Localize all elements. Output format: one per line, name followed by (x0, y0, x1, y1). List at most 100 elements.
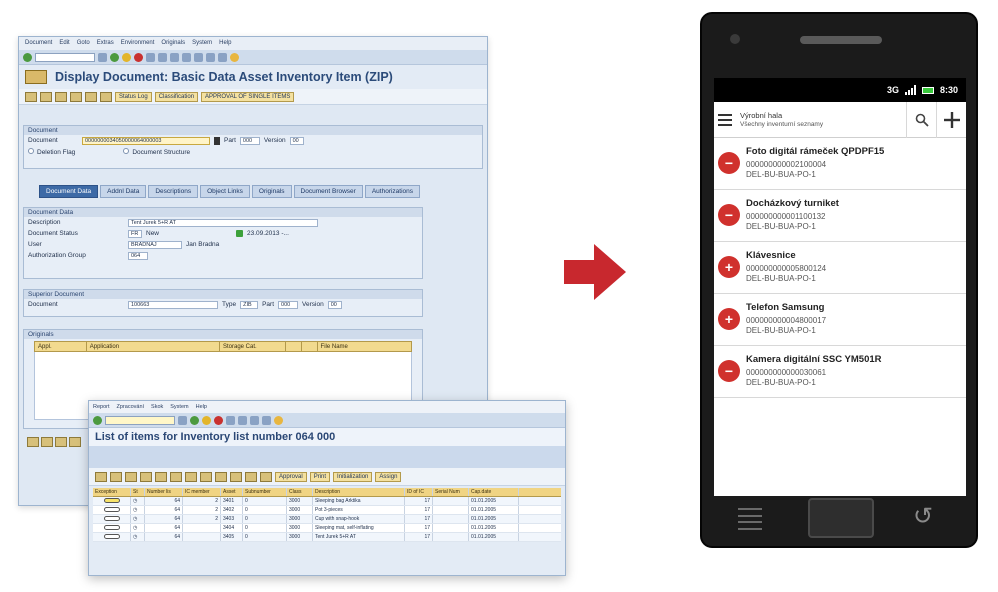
menu-zpracovani[interactable]: Zpracování (117, 404, 145, 410)
print-button[interactable]: Print (309, 471, 331, 482)
details-icon[interactable] (95, 471, 107, 482)
hierarchy-icon[interactable] (85, 91, 97, 102)
column-header[interactable]: Cap.date (469, 488, 519, 496)
tab-originals[interactable]: Originals (251, 185, 292, 198)
export-icon[interactable] (185, 471, 197, 482)
status-code-field[interactable]: FR (128, 229, 142, 238)
originals-open-icon[interactable] (41, 437, 53, 447)
tab-document-data[interactable]: Document Data (39, 185, 99, 198)
approval-button[interactable]: Approval (275, 471, 307, 482)
graphic-icon[interactable] (215, 471, 227, 482)
list-item[interactable]: − Kamera digitální SSC YM501R 0000000000… (714, 346, 966, 398)
table-row[interactable]: ◷ 64 2 3403 0 3000 Cup with snap-hook 17… (93, 515, 561, 524)
status-log-button[interactable]: Status Log (115, 91, 152, 102)
column-header[interactable] (302, 342, 318, 351)
superior-part-field[interactable]: 000 (278, 300, 299, 309)
column-header[interactable] (286, 342, 302, 351)
command-field[interactable] (35, 52, 95, 62)
menu-help[interactable]: Help (219, 40, 231, 47)
column-header[interactable]: Description (313, 488, 405, 496)
column-header[interactable]: Class (287, 488, 313, 496)
remove-icon[interactable]: − (718, 360, 740, 382)
menu-goto[interactable]: Goto (77, 40, 90, 47)
column-header[interactable]: Storage Cat. (220, 342, 286, 351)
add-item-icon[interactable]: + (718, 256, 740, 278)
command-field[interactable] (105, 415, 175, 425)
help-icon[interactable] (274, 415, 283, 425)
display-change-icon[interactable] (25, 91, 37, 102)
structure-icon[interactable] (100, 91, 112, 102)
column-header[interactable]: Serial Num (433, 488, 469, 496)
edit-icon[interactable] (55, 91, 67, 102)
menu-extras[interactable]: Extras (97, 40, 114, 47)
list-item[interactable]: − Foto digitál rámeček QPDPF15 000000000… (714, 138, 966, 190)
column-header[interactable]: File Name (318, 342, 411, 351)
create-icon[interactable] (40, 91, 52, 102)
table-row[interactable]: ◷ 64 3404 0 3000 Sleeping mat, self-infl… (93, 524, 561, 533)
print-icon[interactable] (146, 52, 155, 62)
originals-add-icon[interactable] (55, 437, 67, 447)
prev-page-icon[interactable] (194, 52, 203, 62)
sum-icon[interactable] (155, 471, 167, 482)
list-item[interactable]: − Docházkový turniket 000000000001100132… (714, 190, 966, 242)
version-field[interactable]: 00 (289, 136, 304, 145)
part-field[interactable]: 000 (239, 136, 260, 145)
list-item[interactable]: + Telefon Samsung 000000000004800017 DEL… (714, 294, 966, 346)
initialization-button[interactable]: Initialization (333, 471, 373, 482)
abc-icon[interactable] (245, 471, 257, 482)
mail-icon[interactable] (230, 471, 242, 482)
back-icon[interactable] (110, 52, 119, 62)
menu-environment[interactable]: Environment (121, 40, 155, 47)
menu-system[interactable]: System (170, 404, 188, 410)
exit-icon[interactable] (202, 415, 211, 425)
column-header[interactable]: IC member (183, 488, 221, 496)
authorization-group-field[interactable]: 064 (128, 251, 148, 260)
table-row[interactable]: ◷ 64 2 3401 0 3000 Sleeping bag Arktika … (93, 497, 561, 506)
sort-desc-icon[interactable] (125, 471, 137, 482)
find-next-icon[interactable] (250, 415, 259, 425)
column-header[interactable]: Number lis (145, 488, 183, 496)
remove-icon[interactable]: − (718, 152, 740, 174)
first-page-icon[interactable] (182, 52, 191, 62)
remove-icon[interactable]: − (718, 204, 740, 226)
find-next-icon[interactable] (170, 52, 179, 62)
menu-edit[interactable]: Edit (59, 40, 69, 47)
type-field[interactable]: ZIB (240, 300, 259, 309)
column-header[interactable]: St (131, 488, 145, 496)
tab-document-browser[interactable]: Document Browser (293, 185, 363, 198)
document-number-field[interactable]: 0000000034050000064000003 (82, 136, 210, 145)
deletion-flag-radio[interactable]: Deletion Flag (28, 147, 75, 156)
menu-report[interactable]: Report (93, 404, 110, 410)
hamburger-menu-icon[interactable] (718, 113, 732, 126)
help-icon[interactable] (230, 52, 239, 62)
tab-descriptions[interactable]: Descriptions (148, 185, 199, 198)
back-icon[interactable] (190, 415, 199, 425)
save-icon[interactable] (98, 52, 107, 62)
layout-icon[interactable] (200, 471, 212, 482)
enter-icon[interactable] (23, 52, 32, 62)
delete-icon[interactable] (70, 91, 82, 102)
user-field[interactable]: BRADNAJ (128, 240, 182, 249)
filter-icon[interactable] (140, 471, 152, 482)
superior-document-field[interactable]: 100663 (128, 300, 218, 309)
find-icon[interactable] (238, 415, 247, 425)
save-icon[interactable] (178, 415, 187, 425)
page-icon[interactable] (262, 415, 271, 425)
exit-icon[interactable] (122, 52, 131, 62)
menu-system[interactable]: System (192, 40, 212, 47)
column-header[interactable]: Application (87, 342, 220, 351)
last-page-icon[interactable] (218, 52, 227, 62)
originals-edit-icon[interactable] (27, 437, 39, 447)
menu-key-icon[interactable] (738, 508, 762, 530)
tab-addnl-data[interactable]: Addnl Data (100, 185, 147, 198)
dropdown-icon[interactable] (214, 136, 220, 145)
menu-help[interactable]: Help (196, 404, 207, 410)
menu-originals[interactable]: Originals (161, 40, 185, 47)
column-header[interactable]: ID of IC (405, 488, 433, 496)
column-header[interactable]: Asset (221, 488, 243, 496)
add-item-icon[interactable]: + (718, 308, 740, 330)
tab-authorizations[interactable]: Authorizations (364, 185, 421, 198)
classification-button[interactable]: Classification (154, 91, 199, 102)
document-structure-radio[interactable]: Document Structure (123, 147, 190, 156)
superior-version-field[interactable]: 00 (327, 300, 342, 309)
